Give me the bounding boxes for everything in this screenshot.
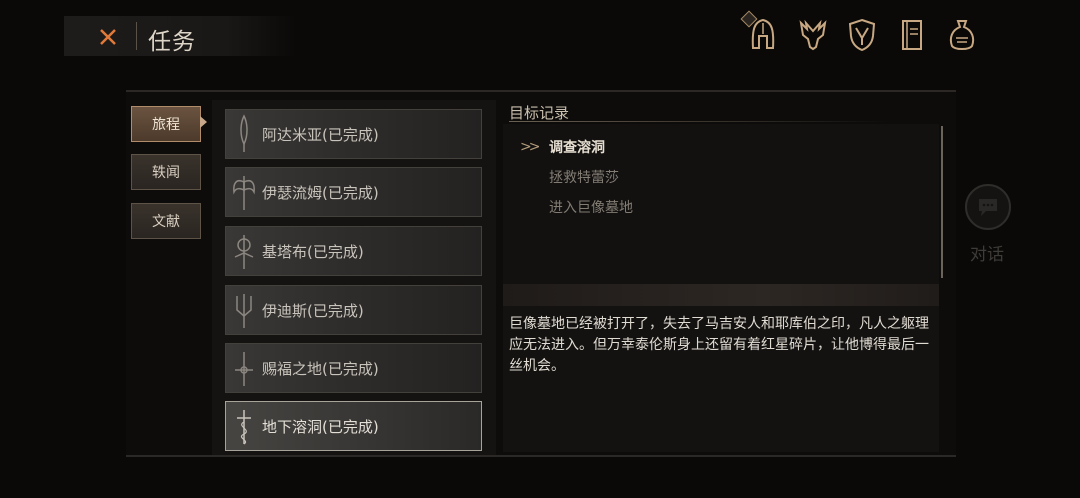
quest-item-underground-cave[interactable]: 地下溶洞(已完成) (225, 401, 482, 451)
quest-label: 基塔布(已完成) (262, 242, 364, 261)
double-axe-icon (226, 168, 262, 216)
page-title: 任务 (148, 29, 196, 55)
quest-item-adamia[interactable]: 阿达米亚(已完成) (225, 109, 482, 159)
tab-journey[interactable]: 旅程 (131, 106, 201, 142)
quest-item-kitab[interactable]: 基塔布(已完成) (225, 226, 482, 276)
quest-label: 伊瑟流姆(已完成) (262, 183, 379, 202)
objective-item: 进入巨像墓地 (549, 200, 633, 216)
panel-bottom-border (126, 455, 956, 457)
objectives-title: 目标记录 (509, 104, 570, 122)
description-header-bar (503, 284, 939, 306)
cross-sword-icon (226, 344, 262, 392)
objectives-scrollbar[interactable] (941, 126, 943, 278)
serpent-dagger-icon (226, 402, 262, 450)
helmet-icon[interactable] (746, 16, 780, 54)
tab-documents[interactable]: 文献 (131, 203, 201, 239)
quest-label: 伊迪斯(已完成) (262, 301, 364, 320)
current-objective-arrow-icon: >> (520, 139, 541, 155)
objective-item: 拯救特蕾莎 (549, 170, 619, 186)
shield-emblem-icon[interactable] (845, 16, 879, 54)
trident-icon (226, 286, 262, 334)
beast-crest-icon[interactable] (796, 16, 830, 54)
coin-bag-icon[interactable] (945, 16, 979, 54)
quest-label: 阿达米亚(已完成) (262, 125, 379, 144)
header-divider (136, 22, 137, 50)
quest-description: 巨像墓地已经被打开了，失去了马吉安人和耶库伯之印，凡人之躯理应无法进入。但万幸泰… (509, 316, 929, 374)
talk-label: 对话 (970, 245, 1004, 265)
panel-top-border (126, 90, 956, 92)
chat-bubble-icon (979, 199, 997, 216)
journal-book-icon[interactable] (895, 16, 929, 54)
close-button[interactable] (90, 22, 126, 52)
talk-button[interactable] (965, 184, 1011, 230)
active-tab-pointer (200, 116, 207, 128)
quest-item-idis[interactable]: 伊迪斯(已完成) (225, 285, 482, 335)
objectives-underline (509, 121, 889, 122)
quest-label: 地下溶洞(已完成) (262, 417, 379, 436)
objective-item-current: 调查溶洞 (549, 140, 605, 156)
feather-blade-icon (226, 110, 262, 158)
quest-label: 赐福之地(已完成) (262, 359, 379, 378)
close-x-icon (100, 29, 116, 45)
ornate-sword-icon (226, 227, 262, 275)
quest-item-isaeum[interactable]: 伊瑟流姆(已完成) (225, 167, 482, 217)
quest-item-blessed-land[interactable]: 赐福之地(已完成) (225, 343, 482, 393)
tab-anecdotes[interactable]: 轶闻 (131, 154, 201, 190)
